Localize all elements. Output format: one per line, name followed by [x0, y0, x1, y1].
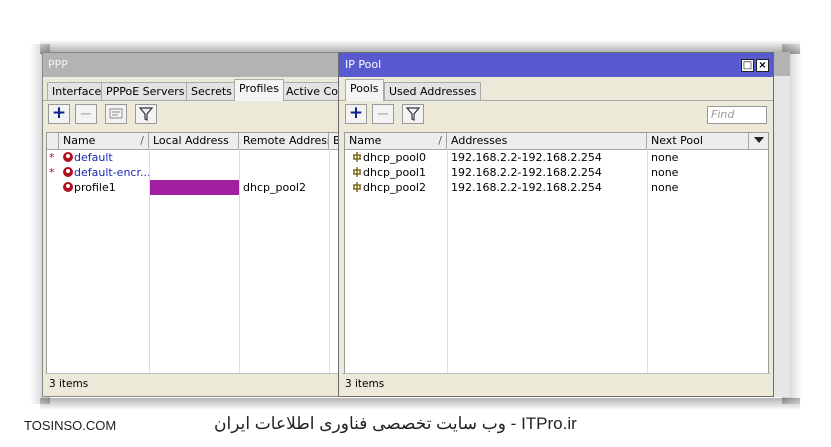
next-pool-cell: none: [651, 151, 679, 164]
column-menu-button[interactable]: [749, 133, 768, 149]
add-button[interactable]: +: [48, 104, 70, 124]
column-name-label: Name: [63, 134, 96, 147]
remote-address-cell: [239, 165, 329, 180]
addresses-cell: 192.168.2.2-192.168.2.254: [451, 181, 602, 194]
local-address-redacted: [150, 180, 239, 195]
column-local-address[interactable]: Local Address: [149, 133, 239, 149]
column-remote-address[interactable]: Remote Address: [239, 133, 329, 149]
pools-table: Name / Addresses Next Pool dhcp_pool0 19…: [344, 132, 769, 375]
plus-icon: +: [348, 103, 364, 123]
pool-tabs: Pools Used Addresses: [339, 77, 773, 101]
table-row[interactable]: * default-encr...: [47, 165, 339, 180]
filter-icon: [138, 107, 154, 121]
ppp-toolbar: + −: [43, 101, 341, 131]
filter-icon: [405, 107, 421, 121]
profile-name: profile1: [74, 181, 116, 194]
plus-icon: +: [51, 103, 67, 123]
restore-icon: □: [742, 60, 753, 71]
watermark-right: ITPro.ir - وب سایت تخصصی فناوری اطلاعات …: [214, 414, 577, 433]
profile-icon: [63, 152, 73, 162]
find-input[interactable]: Find: [707, 106, 767, 124]
default-flag: *: [49, 166, 55, 179]
pools-table-header: Name / Addresses Next Pool: [345, 133, 768, 150]
remove-button[interactable]: −: [372, 104, 394, 124]
profile-icon: [63, 167, 73, 177]
tab-pools[interactable]: Pools: [345, 79, 384, 101]
filter-button[interactable]: [135, 104, 157, 124]
addresses-cell: 192.168.2.2-192.168.2.254: [451, 166, 602, 179]
profile-icon: [63, 182, 73, 192]
pool-icon: [353, 167, 361, 177]
pool-name: dhcp_pool0: [363, 151, 426, 164]
comment-button[interactable]: [105, 104, 127, 124]
name-cell: profile1: [59, 180, 149, 195]
window-shadow-bottom: [40, 398, 800, 410]
ppp-title[interactable]: PPP: [43, 53, 341, 77]
column-next-pool[interactable]: Next Pool: [647, 133, 749, 149]
addresses-cell: 192.168.2.2-192.168.2.254: [451, 151, 602, 164]
column-addresses[interactable]: Addresses: [447, 133, 647, 149]
tab-used-addresses[interactable]: Used Addresses: [384, 82, 482, 101]
comment-icon: [109, 108, 123, 119]
pool-name: dhcp_pool1: [363, 166, 426, 179]
column-name[interactable]: Name /: [59, 133, 149, 149]
background-window-edge: [774, 52, 790, 397]
table-row[interactable]: dhcp_pool0 192.168.2.2-192.168.2.254 non…: [345, 150, 768, 165]
pool-icon: [353, 152, 361, 162]
tab-interface[interactable]: Interface: [47, 82, 107, 101]
table-row[interactable]: dhcp_pool1 192.168.2.2-192.168.2.254 non…: [345, 165, 768, 180]
minus-icon: −: [79, 104, 93, 123]
table-row[interactable]: dhcp_pool2 192.168.2.2-192.168.2.254 non…: [345, 180, 768, 195]
flag-column-header: [47, 133, 59, 149]
local-address-cell: [149, 150, 239, 165]
table-row[interactable]: * default: [47, 150, 339, 165]
pool-name: dhcp_pool2: [363, 181, 426, 194]
tab-secrets[interactable]: Secrets: [186, 82, 237, 101]
next-pool-cell: none: [651, 166, 679, 179]
profiles-table-header: Name / Local Address Remote Address Br: [47, 133, 339, 150]
ip-pool-window: IP Pool □ × Pools Used Addresses + − Fin…: [338, 52, 774, 397]
profile-name: default: [74, 151, 113, 164]
next-pool-cell: none: [651, 181, 679, 194]
ip-pool-title: IP Pool: [345, 58, 382, 71]
ppp-window: PPP Interface PPPoE Servers Secrets Prof…: [42, 52, 357, 397]
column-name-label: Name: [349, 134, 382, 147]
default-flag: *: [49, 151, 55, 164]
close-button[interactable]: ×: [756, 59, 769, 72]
pool-name-cell: dhcp_pool0: [345, 150, 447, 165]
profiles-table: Name / Local Address Remote Address Br *…: [46, 132, 340, 375]
name-cell: default-encr...: [59, 165, 149, 180]
remote-address-cell: [239, 150, 329, 165]
pool-toolbar: + − Find: [339, 101, 773, 131]
ip-pool-title-bar[interactable]: IP Pool □ ×: [339, 53, 773, 77]
chevron-down-icon: [754, 137, 764, 143]
sort-indicator: /: [438, 134, 442, 147]
remove-button[interactable]: −: [75, 104, 97, 124]
pool-icon: [353, 182, 361, 192]
close-icon: ×: [758, 60, 767, 71]
ppp-tabs: Interface PPPoE Servers Secrets Profiles…: [43, 77, 357, 101]
pool-name-cell: dhcp_pool1: [345, 165, 447, 180]
restore-button[interactable]: □: [741, 59, 754, 72]
name-cell: default: [59, 150, 149, 165]
tab-profiles[interactable]: Profiles: [234, 79, 284, 101]
profile-name: default-encr...: [74, 166, 149, 179]
default-flag: [47, 180, 59, 195]
remote-address-cell: dhcp_pool2: [243, 181, 306, 194]
pool-status: 3 items: [342, 373, 770, 394]
column-name[interactable]: Name /: [345, 133, 447, 149]
minus-icon: −: [376, 104, 390, 123]
filter-button[interactable]: [402, 104, 424, 124]
table-row[interactable]: profile1 dhcp_pool2: [47, 180, 339, 195]
ppp-status: 3 items: [46, 373, 338, 394]
pool-name-cell: dhcp_pool2: [345, 180, 447, 195]
local-address-cell: [149, 165, 239, 180]
tab-pppoe-servers[interactable]: PPPoE Servers: [101, 82, 190, 101]
add-button[interactable]: +: [345, 104, 367, 124]
watermark-left: TOSINSO.COM: [24, 418, 117, 433]
sort-indicator: /: [140, 134, 144, 147]
